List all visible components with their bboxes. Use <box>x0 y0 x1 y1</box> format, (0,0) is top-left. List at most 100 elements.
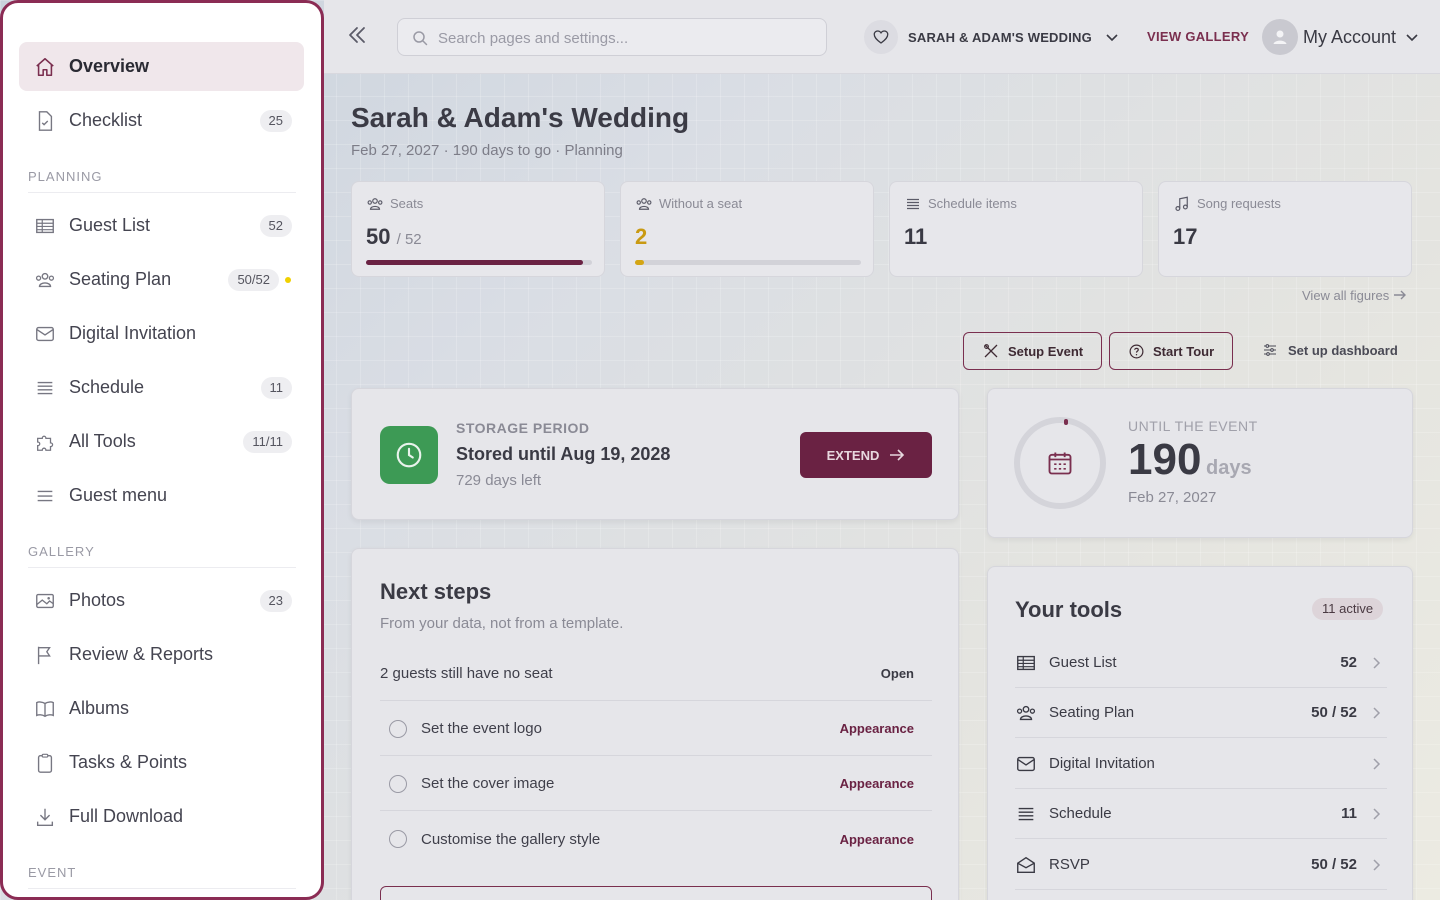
next-step-action[interactable]: Appearance <box>840 832 914 847</box>
sidebar-item-tasks-points[interactable]: Tasks & Points <box>19 738 304 787</box>
status-dot <box>285 277 291 283</box>
sidebar-item-label: Review & Reports <box>69 644 214 664</box>
sidebar-item-albums[interactable]: Albums <box>19 684 304 733</box>
users-icon <box>367 198 383 210</box>
start-tour-button[interactable]: Start Tour <box>1109 332 1234 370</box>
countdown-caption: UNTIL THE EVENT <box>1128 418 1258 434</box>
sidebar-item-overview[interactable]: Overview <box>19 42 304 91</box>
storage-card: STORAGE PERIOD Stored until Aug 19, 2028… <box>351 388 959 520</box>
tool-row-digital-invitation[interactable]: Digital Invitation <box>1015 739 1387 789</box>
sidebar-item-schedule[interactable]: Schedule 11 <box>19 363 304 412</box>
countdown-days: 190 <box>1128 435 1202 484</box>
sidebar-item-digital-invitation[interactable]: Digital Invitation <box>19 309 304 358</box>
count-badge: 23 <box>259 589 292 612</box>
collapse-sidebar-icon[interactable] <box>346 24 370 50</box>
tools-title: Your tools <box>1015 597 1123 622</box>
tool-row-schedule[interactable]: Schedule 11 <box>1015 789 1387 839</box>
sidebar-item-photos[interactable]: Photos 23 <box>19 576 304 625</box>
sliders-icon <box>1264 344 1276 356</box>
next-step-item[interactable]: Set the event logo Appearance <box>380 702 932 756</box>
envelope-open-icon <box>1017 856 1035 873</box>
users-icon <box>1016 705 1036 720</box>
storage-caption: STORAGE PERIOD <box>456 420 590 436</box>
step-checkbox[interactable] <box>389 774 407 793</box>
clock-icon <box>380 426 438 484</box>
tool-name: Guest List <box>1049 654 1117 671</box>
search-input[interactable] <box>438 27 818 49</box>
sidebar-item-guest-list[interactable]: Guest List 52 <box>19 201 304 250</box>
step-checkbox[interactable] <box>389 719 407 738</box>
sidebar-item-label: Photos <box>69 590 126 610</box>
progress-bar <box>635 260 861 265</box>
next-step-action[interactable]: Appearance <box>840 721 914 736</box>
sidebar-item-label: Guest List <box>69 215 151 235</box>
sidebar-item-label: Full Download <box>69 806 184 826</box>
stat-label: Schedule items <box>928 196 1017 211</box>
flag-icon <box>37 646 51 665</box>
clipboard-icon <box>37 753 53 773</box>
envelope-icon <box>1017 756 1035 771</box>
sidebar-item-label: Schedule <box>69 377 145 397</box>
count-badge: 11 <box>260 376 292 399</box>
next-step-action[interactable]: Appearance <box>840 776 914 791</box>
stat-value: 17 <box>1173 224 1198 249</box>
puzzle-icon <box>37 435 54 451</box>
tools-icon <box>984 344 998 358</box>
tool-row-guest-list[interactable]: Guest List 52 <box>1015 638 1387 688</box>
event-switcher[interactable]: SARAH & ADAM'S WEDDING <box>864 18 1120 56</box>
heart-icon <box>864 20 898 54</box>
sidebar-item-guest-menu[interactable]: Guest menu <box>19 471 304 520</box>
sidebar: Overview Checklist 25 PLANNING Guest Lis… <box>0 0 324 900</box>
storage-text: Stored until Aug 19, 2028 <box>456 444 671 464</box>
next-step-item[interactable]: 2 guests still have no seat Open <box>380 647 932 701</box>
view-all-figures-link[interactable]: View all figures <box>1302 288 1407 303</box>
tool-value: 50 / 52 <box>1311 856 1357 873</box>
chevron-right-icon <box>1373 859 1381 871</box>
arrow-right-icon <box>1393 290 1406 300</box>
your-tools-card: Your tools 11 active Guest List 52 Seati… <box>987 566 1413 900</box>
chevron-right-icon <box>1373 707 1381 719</box>
stat-card-songs[interactable]: Song requests 17 <box>1158 181 1412 277</box>
next-step-item[interactable]: Customise the gallery style Appearance <box>380 812 932 866</box>
progress-bar <box>366 260 592 265</box>
search-box[interactable] <box>397 18 827 56</box>
chevron-right-icon <box>1373 657 1381 669</box>
sidebar-item-checklist[interactable]: Checklist 25 <box>19 96 304 145</box>
stat-value: 11 <box>904 224 928 249</box>
sidebar-item-label: All Tools <box>69 431 136 451</box>
account-menu[interactable]: My Account <box>1262 18 1420 56</box>
sidebar-item-review-reports[interactable]: Review & Reports <box>19 630 304 679</box>
next-step-action[interactable]: Open <box>881 666 914 681</box>
stat-card-schedule[interactable]: Schedule items 11 <box>889 181 1143 277</box>
list-icon <box>1018 807 1034 820</box>
view-gallery-link[interactable]: VIEW GALLERY <box>1147 29 1249 44</box>
extend-button[interactable]: EXTEND <box>800 432 932 478</box>
next-steps-title: Next steps <box>380 579 492 604</box>
sidebar-item-full-download[interactable]: Full Download <box>19 792 304 841</box>
table-icon <box>36 218 54 234</box>
stat-card-seats[interactable]: Seats 50 / 52 <box>351 181 605 277</box>
menu-icon <box>37 490 53 502</box>
step-checkbox[interactable] <box>389 830 407 848</box>
list-icon <box>37 381 53 395</box>
sidebar-item-label: Checklist <box>69 110 143 130</box>
tool-row-rsvp[interactable]: RSVP 50 / 52 <box>1015 840 1387 890</box>
storage-days-left: 729 days left <box>456 472 542 489</box>
count-badge: 50/52 <box>228 268 279 291</box>
setup-event-button[interactable]: Setup Event <box>963 332 1103 370</box>
stat-card-without-seat[interactable]: Without a seat 2 <box>620 181 874 277</box>
stat-label: Seats <box>390 196 424 211</box>
sidebar-item-seating-plan[interactable]: Seating Plan 50/52 <box>19 255 304 304</box>
chevron-right-icon <box>1373 808 1381 820</box>
tool-value: 50 / 52 <box>1311 704 1357 721</box>
setup-dashboard-button[interactable]: Set up dashboard <box>1262 342 1398 358</box>
list-icon <box>907 198 919 210</box>
search-icon <box>413 31 428 46</box>
tool-value: 52 <box>1340 654 1357 671</box>
tool-row-seating-plan[interactable]: Seating Plan 50 / 52 <box>1015 688 1387 738</box>
stat-label: Song requests <box>1197 196 1281 211</box>
next-steps-more-button[interactable] <box>380 886 932 900</box>
users-icon <box>35 272 55 288</box>
sidebar-item-all-tools[interactable]: All Tools 11/11 <box>19 417 304 466</box>
next-step-item[interactable]: Set the cover image Appearance <box>380 757 932 811</box>
